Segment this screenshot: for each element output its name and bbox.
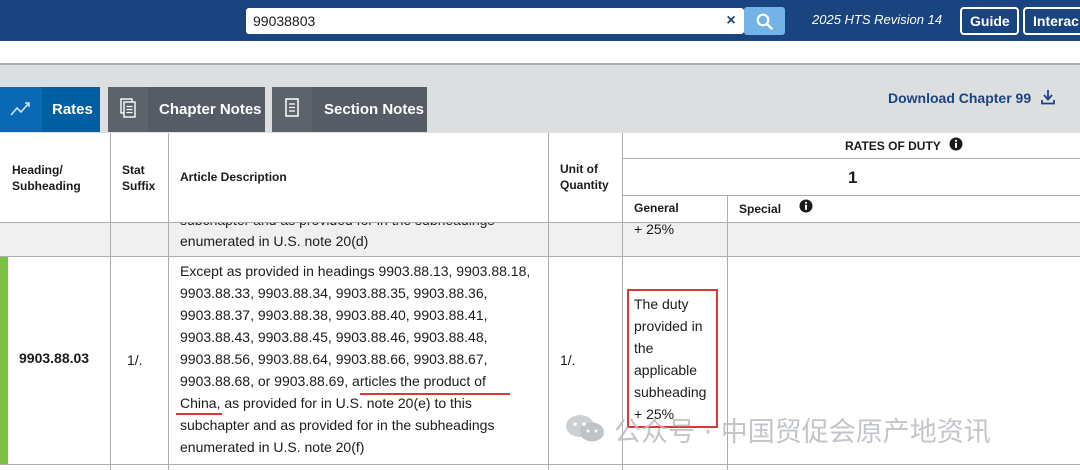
highlight-underline [176,413,222,415]
download-chapter-link[interactable]: Download Chapter 99 [888,90,1031,106]
highlight-underline [360,393,510,395]
tab-rates[interactable]: Rates [0,87,100,132]
heading-number[interactable]: 9903.88.03 [19,350,89,366]
documents-icon [108,87,148,132]
description-line: 9903.88.37, 9903.88.38, 9903.88.40, 9903… [180,307,488,323]
col-header-unit-of-quantity: Unit of Quantity [560,161,609,193]
tab-section-notes[interactable]: Section Notes [272,87,427,132]
description-line: 9903.88.43, 9903.88.45, 9903.88.46, 9903… [180,329,488,345]
row-divider [0,256,1080,257]
chart-trend-icon [0,87,42,132]
description-line: subchapter and as provided for in the su… [180,417,495,433]
column-divider [110,133,111,470]
description-line: China, as provided for in U.S. note 20(e… [180,395,472,411]
document-icon [272,87,312,132]
wechat-icon [566,415,604,442]
description-line: 9903.88.56, 9903.88.64, 9903.88.66, 9903… [180,351,488,367]
description-line: Except as provided in headings 9903.88.1… [180,263,531,279]
guide-button[interactable]: Guide [960,7,1019,35]
tab-label: Chapter Notes [159,101,262,118]
description-line: 9903.88.33, 9903.88.34, 9903.88.35, 9903… [180,285,488,301]
partial-row-general-rate: + 25% [634,221,675,237]
rate-column-number: 1 [848,168,858,187]
col-header-line: Subheading [12,179,81,193]
highlight-box [627,289,718,428]
col-header-line: Suffix [122,179,156,193]
search-input[interactable] [246,8,716,34]
watermark-text: 公众号 · 中国贸促会原产地资讯 [614,417,991,448]
col-header-line: Stat [122,163,145,177]
row-divider [622,158,1080,159]
stat-suffix-value: 1/. [127,352,143,368]
col-header-line: Unit of [560,162,598,176]
col-header-stat-suffix: Stat Suffix [122,162,155,194]
download-icon[interactable] [1041,88,1055,106]
description-line: 9903.88.68, or 9903.88.69, articles the … [180,373,486,389]
description-line: enumerated in U.S. note 20(f) [180,439,365,455]
unit-of-quantity-value: 1/. [560,352,576,368]
tab-label: Rates [52,101,93,118]
column-divider [168,133,169,470]
clear-search-button[interactable]: × [722,8,740,34]
col-header-article-description: Article Description [180,170,287,184]
col-header-line: Heading/ [12,163,63,177]
partial-row-description: subchapter and as provided for in the su… [180,223,545,256]
tab-chapter-notes[interactable]: Chapter Notes [108,87,265,132]
row-divider [622,195,1080,196]
column-divider [548,133,549,470]
search-button[interactable] [744,7,785,35]
search-box [246,8,744,34]
hts-revision-label[interactable]: 2025 HTS Revision 14 [812,12,942,27]
row-divider [0,464,1080,465]
row-marker [0,257,8,464]
tab-strip: Rates Chapter Notes Section Notes Downlo… [0,63,1080,133]
description-line: enumerated in U.S. note 20(d) [180,233,369,249]
col-header-heading: Heading/ Subheading [12,162,81,194]
col-header-rates-of-duty: RATES OF DUTY [845,139,941,153]
col-header-general: General [634,201,679,215]
info-icon[interactable] [799,199,813,213]
interactive-button[interactable]: Interac [1023,7,1080,35]
tab-label: Section Notes [324,101,425,118]
search-icon [756,13,773,30]
info-icon[interactable] [949,137,963,151]
col-header-special: Special [739,202,782,216]
article-description: Except as provided in headings 9903.88.1… [180,260,546,458]
col-header-line: Quantity [560,178,609,192]
